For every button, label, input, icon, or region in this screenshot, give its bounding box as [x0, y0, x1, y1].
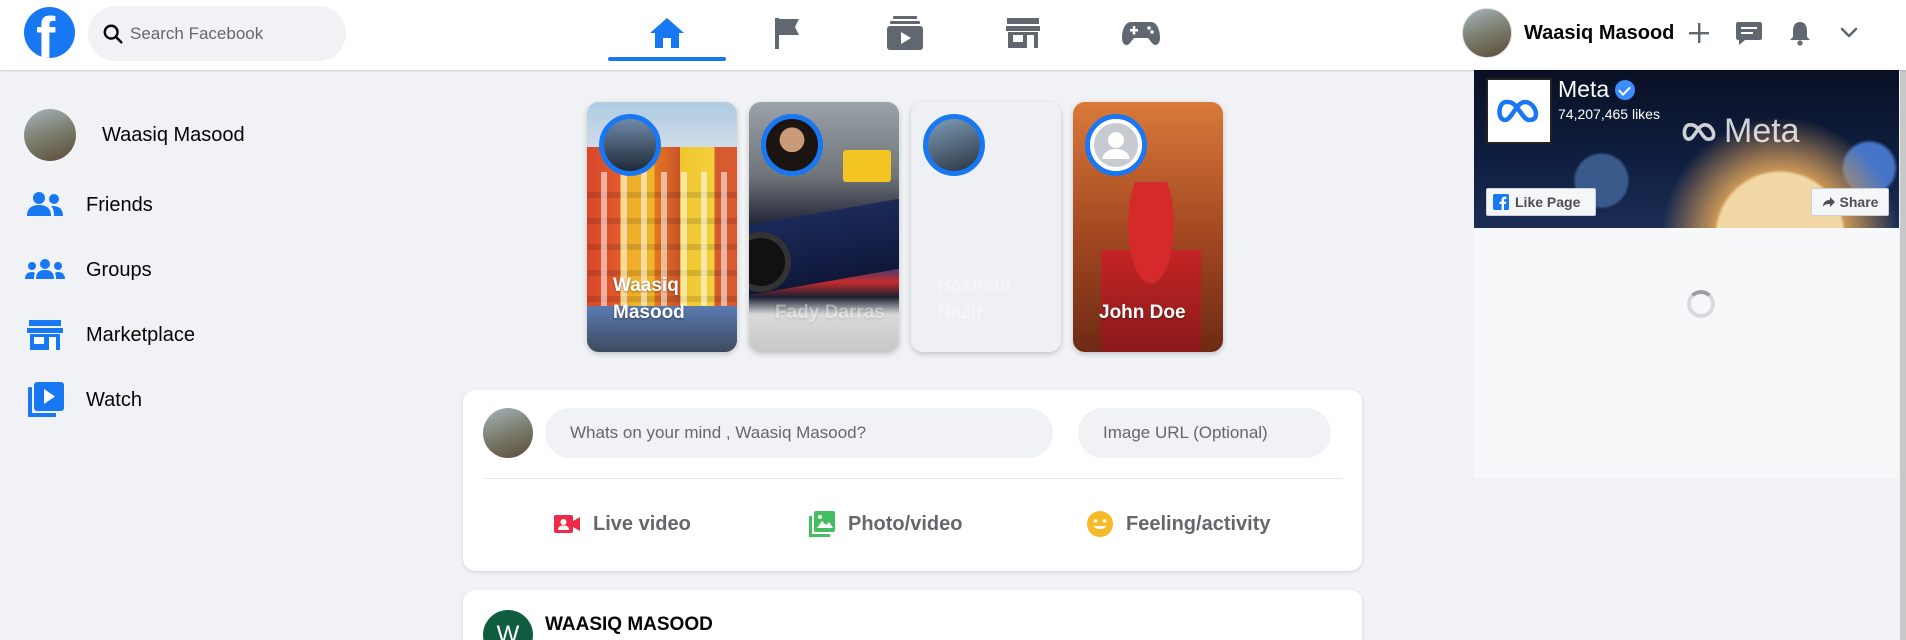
- sidebar-item-label: Friends: [86, 193, 153, 216]
- sidebar-item-label: Groups: [86, 258, 152, 281]
- story-avatar: [923, 114, 985, 176]
- story-avatar: [599, 114, 661, 176]
- infinity-icon: [1682, 122, 1716, 141]
- tab-watch[interactable]: [846, 0, 964, 66]
- share-button[interactable]: Share: [1811, 188, 1889, 216]
- story-name: Hasnain Nazir: [937, 275, 1011, 323]
- action-label: Photo/video: [848, 512, 963, 535]
- tab-pages[interactable]: [728, 0, 846, 66]
- page-likes: 74,207,465 likes: [1558, 106, 1660, 122]
- video-icon: [887, 16, 923, 50]
- sidebar-item-label: Waasiq Masood: [102, 123, 245, 146]
- story-card[interactable]: Fady Darras: [749, 102, 899, 352]
- action-label: Feeling/activity: [1126, 512, 1271, 535]
- page-title[interactable]: Meta: [1558, 76, 1636, 103]
- chevron-down-icon: [1840, 27, 1858, 38]
- share-icon: [1822, 197, 1835, 207]
- story-avatar: [761, 114, 823, 176]
- post-composer: Live video Photo/video Feeling/activity: [463, 390, 1362, 571]
- scrollbar[interactable]: [1900, 0, 1906, 640]
- sidebar-item-label: Watch: [86, 388, 142, 411]
- avatar: [1462, 8, 1512, 58]
- loading-spinner-icon: [1687, 290, 1715, 318]
- photo-icon: [809, 511, 835, 537]
- messenger-button[interactable]: [1734, 18, 1764, 48]
- chat-icon: [1736, 22, 1762, 45]
- top-navbar: f Waasiq Masood: [0, 0, 1906, 70]
- action-label: Live video: [593, 512, 691, 535]
- bell-icon: [1790, 22, 1810, 46]
- page-plugin: Meta 74,207,465 likes Meta Like Page Sha…: [1474, 70, 1899, 228]
- meta-logo[interactable]: [1486, 78, 1552, 144]
- store-icon: [27, 320, 63, 350]
- avatar: [24, 109, 76, 161]
- video-icon: [28, 382, 64, 417]
- photo-video-button[interactable]: Photo/video: [808, 498, 962, 550]
- search-input[interactable]: [130, 23, 340, 44]
- right-sidebar: Meta 74,207,465 likes Meta Like Page Sha…: [1474, 70, 1899, 478]
- story-card[interactable]: John Doe: [1073, 102, 1223, 352]
- divider: [483, 478, 1342, 479]
- tab-gaming[interactable]: [1082, 0, 1200, 66]
- live-video-icon: [554, 515, 580, 533]
- post-author-avatar[interactable]: W: [483, 610, 533, 640]
- plus-icon: [1689, 23, 1709, 43]
- sidebar-item-groups[interactable]: Groups: [24, 244, 152, 296]
- friends-icon: [27, 192, 63, 216]
- feeling-activity-button[interactable]: Feeling/activity: [1086, 498, 1271, 550]
- flag-icon: [775, 18, 799, 49]
- post-card: W WAASIQ MASOOD: [463, 590, 1362, 640]
- store-icon: [1006, 18, 1040, 48]
- page-name: Meta: [1558, 76, 1610, 102]
- story-card[interactable]: Hasnain Nazir: [911, 102, 1061, 352]
- gamepad-icon: [1122, 22, 1160, 46]
- search-icon: [103, 24, 123, 44]
- status-input[interactable]: [545, 408, 1053, 458]
- post-author-name[interactable]: WAASIQ MASOOD: [545, 614, 713, 636]
- story-avatar: [1085, 114, 1147, 176]
- verified-badge-icon: [1615, 79, 1636, 100]
- tab-home[interactable]: [608, 0, 726, 66]
- header-profile[interactable]: Waasiq Masood: [1462, 7, 1674, 59]
- notifications-button[interactable]: [1785, 18, 1815, 48]
- sidebar-item-label: Marketplace: [86, 323, 195, 346]
- profile-name: Waasiq Masood: [1524, 21, 1675, 44]
- facebook-logo[interactable]: f: [24, 7, 75, 58]
- avatar: [483, 408, 533, 458]
- live-video-button[interactable]: Live video: [553, 498, 691, 550]
- home-icon: [650, 18, 684, 48]
- search-box[interactable]: [88, 6, 346, 61]
- default-avatar-icon: [1090, 119, 1142, 171]
- facebook-icon: [1493, 194, 1509, 210]
- tab-marketplace[interactable]: [964, 0, 1082, 66]
- story-image: [1101, 182, 1201, 352]
- sidebar-item-profile[interactable]: Waasiq Masood: [24, 109, 245, 161]
- story-name: Waasiq Masood: [613, 275, 685, 323]
- sidebar-item-marketplace[interactable]: Marketplace: [24, 309, 195, 361]
- cover-watermark: Meta: [1680, 112, 1800, 151]
- sidebar-item-friends[interactable]: Friends: [24, 179, 153, 231]
- image-url-input[interactable]: [1078, 408, 1331, 458]
- story-card[interactable]: Waasiq Masood: [587, 102, 737, 352]
- create-button[interactable]: [1684, 18, 1714, 48]
- sidebar-item-watch[interactable]: Watch: [24, 374, 142, 426]
- like-page-button[interactable]: Like Page: [1486, 188, 1596, 216]
- story-name: John Doe: [1099, 302, 1186, 323]
- infinity-icon: [1497, 99, 1539, 123]
- emoji-icon: [1087, 511, 1113, 537]
- story-name: Fady Darras: [775, 302, 885, 323]
- groups-icon: [25, 259, 65, 279]
- account-menu-button[interactable]: [1834, 18, 1864, 48]
